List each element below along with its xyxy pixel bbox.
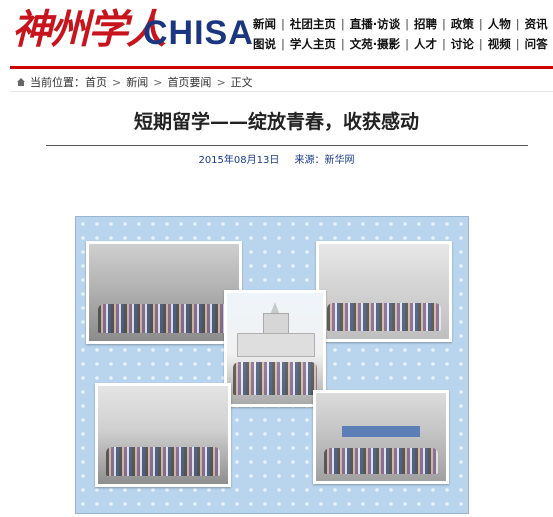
breadcrumb-item-news[interactable]: 新闻 bbox=[126, 74, 148, 90]
main-nav: 新闻 | 社团主页 | 直播·访谈 | 招聘 | 政策 | 人物 | 资讯 图说 | 学人主页… bbox=[253, 14, 553, 54]
nav-separator: | bbox=[405, 37, 409, 51]
article-meta: 2015年08月13日 来源：新华网 bbox=[0, 151, 553, 166]
nav-item-qa[interactable]: 问答 bbox=[525, 36, 548, 52]
nav-item-pictures[interactable]: 图说 bbox=[253, 36, 276, 52]
photo-group-banner bbox=[313, 390, 449, 484]
photo-group-hall bbox=[95, 383, 231, 487]
breadcrumb-home[interactable]: 当前位置：首页 bbox=[30, 74, 107, 90]
article-date: 2015年08月13日 bbox=[198, 155, 280, 166]
building-wing bbox=[236, 332, 316, 358]
article-title: 短期留学——绽放青春，收获感动 bbox=[133, 111, 419, 133]
breadcrumb-separator: > bbox=[112, 75, 122, 89]
nav-item-discussion[interactable]: 讨论 bbox=[451, 36, 474, 52]
breadcrumb-separator: > bbox=[216, 75, 226, 89]
nav-item-scholar-pages[interactable]: 学人主页 bbox=[290, 36, 336, 52]
photo-group-certificates bbox=[316, 241, 452, 342]
breadcrumb-divider bbox=[10, 91, 553, 92]
crowd-figure bbox=[323, 447, 439, 474]
nav-separator: | bbox=[281, 17, 285, 31]
crowd-figure bbox=[98, 304, 230, 334]
breadcrumb: 当前位置：首页 > 新闻 > 首页要闻 > 正文 bbox=[16, 74, 253, 90]
title-underline bbox=[46, 145, 528, 146]
group-banner bbox=[342, 426, 420, 437]
nav-item-video[interactable]: 视频 bbox=[488, 36, 511, 52]
nav-item-literature-photo[interactable]: 文苑·摄影 bbox=[350, 36, 400, 52]
nav-separator: | bbox=[281, 37, 285, 51]
nav-separator: | bbox=[340, 37, 345, 51]
nav-item-news[interactable]: 新闻 bbox=[253, 16, 276, 32]
nav-row-1: 新闻 | 社团主页 | 直播·访谈 | 招聘 | 政策 | 人物 | 资讯 bbox=[253, 14, 553, 34]
nav-separator: | bbox=[515, 37, 520, 51]
nav-item-live-interviews[interactable]: 直播·访谈 bbox=[350, 16, 400, 32]
breadcrumb-item-current: 正文 bbox=[230, 76, 253, 89]
nav-item-talent[interactable]: 人才 bbox=[414, 36, 437, 52]
crowd-figure bbox=[326, 302, 442, 332]
breadcrumb-separator: > bbox=[153, 75, 163, 89]
nav-separator: | bbox=[515, 17, 520, 31]
nav-separator: | bbox=[478, 17, 483, 31]
nav-separator: | bbox=[442, 17, 446, 31]
site-logo-chinese[interactable]: 神州学人 bbox=[12, 6, 166, 54]
nav-separator: | bbox=[478, 37, 483, 51]
photo-group-car-showroom bbox=[86, 241, 242, 344]
photo-group-diet-building bbox=[224, 290, 326, 407]
nav-row-2: 图说 | 学人主页 | 文苑·摄影 | 人才 | 讨论 | 视频 | 问答 bbox=[253, 34, 553, 54]
crowd-figure bbox=[105, 446, 221, 477]
nav-separator: | bbox=[340, 17, 345, 31]
nav-separator: | bbox=[442, 37, 446, 51]
header-red-bar bbox=[10, 66, 553, 69]
nav-item-info[interactable]: 资讯 bbox=[525, 16, 548, 32]
article-source[interactable]: 来源：新华网 bbox=[295, 155, 355, 166]
crowd-figure bbox=[232, 361, 318, 396]
nav-separator: | bbox=[405, 17, 409, 31]
article-photo-collage bbox=[75, 216, 469, 514]
nav-item-associations[interactable]: 社团主页 bbox=[290, 16, 336, 32]
nav-item-policy[interactable]: 政策 bbox=[451, 16, 474, 32]
nav-item-jobs[interactable]: 招聘 bbox=[414, 16, 437, 32]
home-icon bbox=[17, 78, 25, 86]
breadcrumb-item-headlines[interactable]: 首页要闻 bbox=[167, 74, 211, 90]
nav-item-people[interactable]: 人物 bbox=[488, 16, 511, 32]
site-header: 神州学人 CHISA 新闻 | 社团主页 | 直播·访谈 | 招聘 | 政策 | 人物 | … bbox=[0, 0, 553, 66]
site-logo-english[interactable]: CHISA bbox=[143, 14, 254, 52]
